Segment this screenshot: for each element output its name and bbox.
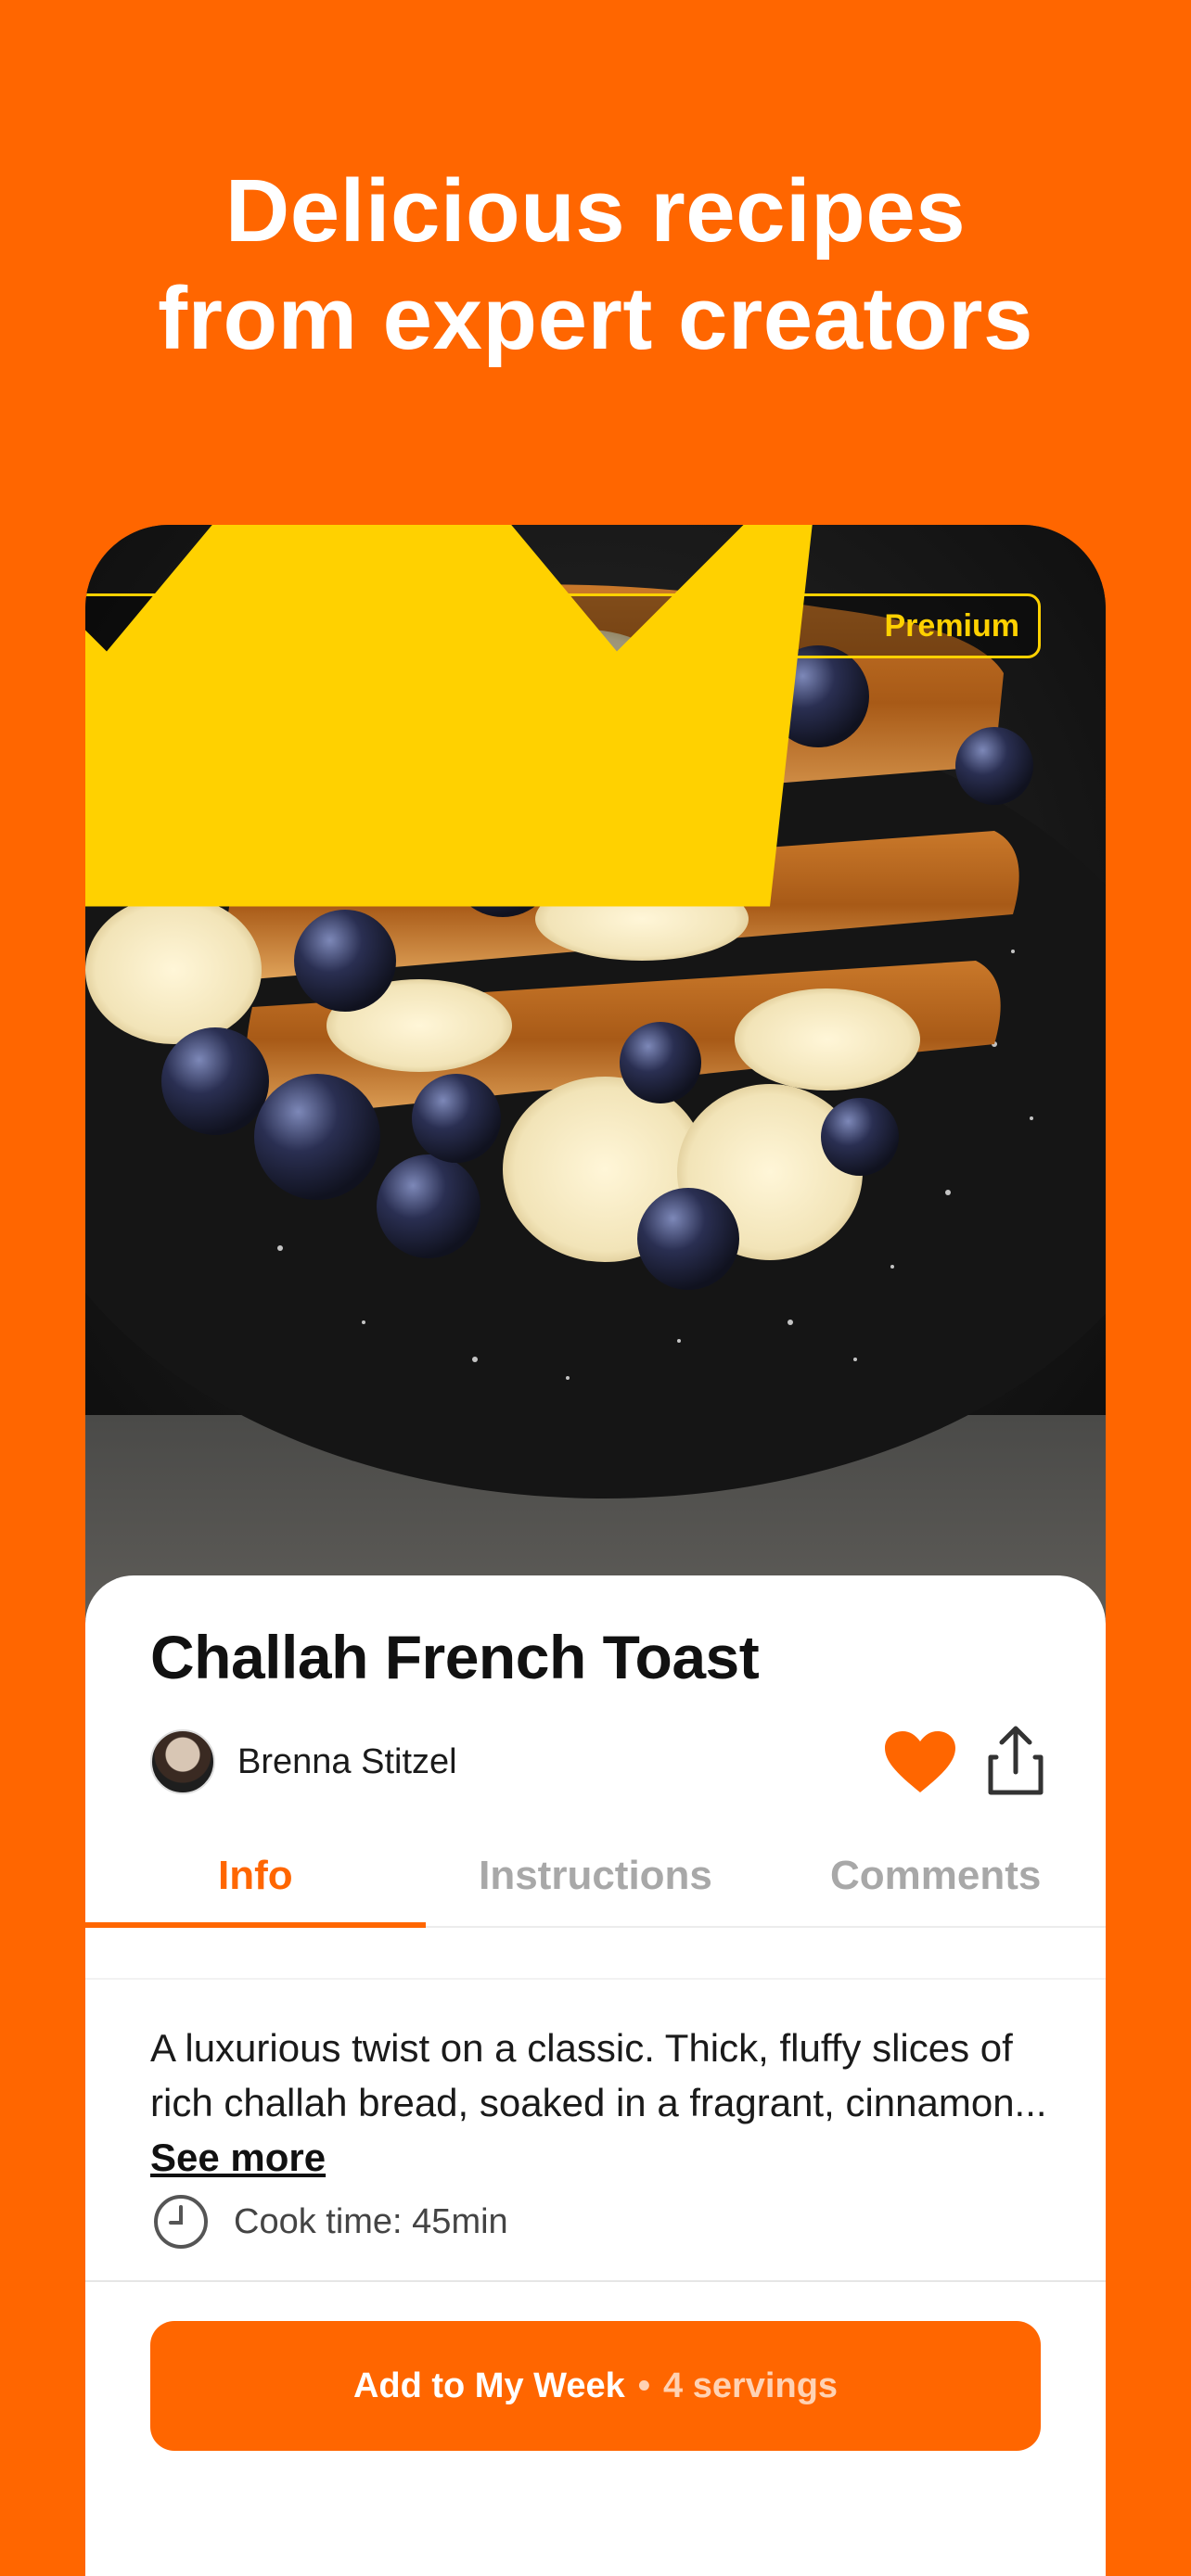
headline-line-2: from expert creators <box>158 269 1033 368</box>
premium-badge: Premium <box>85 525 1041 907</box>
clock-icon <box>154 2195 208 2249</box>
share-icon <box>988 1726 1044 1795</box>
cta-separator: • <box>637 2366 651 2405</box>
cook-time: Cook time: 45min <box>234 2201 508 2241</box>
headline-line-1: Delicious recipes <box>224 161 967 261</box>
recipe-details-sheet: Challah French Toast Brenna Stitzel Info <box>85 1575 1106 2576</box>
footer-divider <box>85 2280 1106 2282</box>
crown-icon <box>85 525 813 907</box>
cook-time-row: Cook time: 45min <box>152 2193 508 2251</box>
recipe-hero-image: Premium <box>85 525 1106 1619</box>
description-text: A luxurious twist on a classic. Thick, f… <box>150 2026 1047 2124</box>
favorite-button[interactable] <box>883 1729 957 1796</box>
servings-count: 4 servings <box>663 2366 839 2405</box>
tab-comments[interactable]: Comments <box>765 1826 1106 1926</box>
premium-label: Premium <box>884 607 1020 644</box>
author-row[interactable]: Brenna Stitzel <box>150 1729 457 1794</box>
phone-frame: Premium Challah French Toast Brenna Stit… <box>85 525 1106 2576</box>
recipe-tabs: Info Instructions Comments <box>85 1826 1106 1928</box>
tab-info[interactable]: Info <box>85 1826 426 1928</box>
cta-label: Add to My Week <box>352 2366 625 2405</box>
marketing-headline: Delicious recipes from expert creators <box>0 158 1191 373</box>
author-name[interactable]: Brenna Stitzel <box>237 1742 457 1782</box>
tab-instructions[interactable]: Instructions <box>426 1826 766 1926</box>
avatar[interactable] <box>150 1729 215 1794</box>
section-divider <box>85 1978 1106 1980</box>
heart-icon <box>885 1731 955 1792</box>
recipe-title: Challah French Toast <box>150 1623 760 1691</box>
see-more-link[interactable]: See more <box>150 2136 326 2179</box>
share-button[interactable] <box>983 1724 1048 1798</box>
add-to-my-week-button[interactable]: Add to My Week • 4 servings <box>150 2321 1041 2451</box>
app-screen: Delicious recipes from expert creators P… <box>0 0 1191 2576</box>
recipe-description: A luxurious twist on a classic. Thick, f… <box>150 2021 1059 2185</box>
